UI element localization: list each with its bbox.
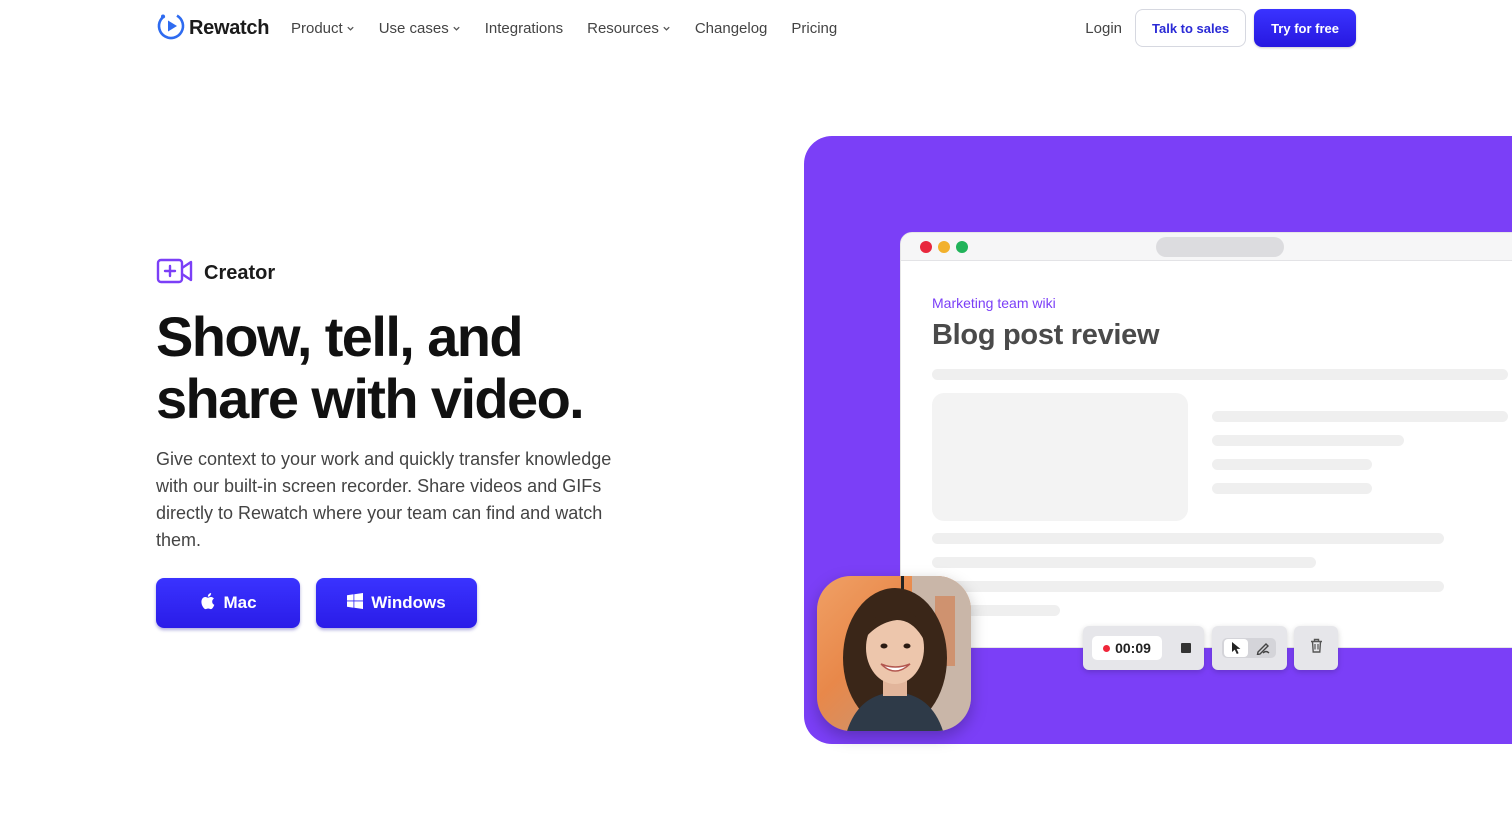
- nav-link-label: Use cases: [378, 19, 449, 37]
- skeleton-line: [932, 369, 1508, 380]
- browser-mockup: Marketing team wiki Blog post review: [900, 232, 1512, 648]
- nav-link-product[interactable]: Product: [291, 20, 355, 37]
- webcam-avatar: [817, 576, 971, 731]
- nav-link-label: Changelog: [694, 19, 768, 37]
- chevron-down-icon: [452, 20, 461, 37]
- skeleton-line: [1212, 435, 1404, 446]
- logo-text: Rewatch: [189, 16, 270, 39]
- trash-icon[interactable]: [1310, 638, 1323, 658]
- skeleton-line: [932, 557, 1316, 568]
- skeleton-image: [932, 393, 1188, 521]
- download-buttons: Mac Windows: [156, 578, 477, 628]
- mac-button-label: Mac: [223, 593, 257, 612]
- try-for-free-button[interactable]: Try for free: [1254, 9, 1356, 47]
- doc-title: Blog post review: [932, 319, 1160, 351]
- delete-recording-group: [1294, 626, 1338, 670]
- nav-link-use-cases[interactable]: Use cases: [379, 20, 461, 37]
- headline-line-1: Show, tell, and: [156, 305, 524, 368]
- draw-icon[interactable]: [1256, 641, 1271, 660]
- annotation-tools: [1212, 626, 1287, 670]
- nav-link-changelog[interactable]: Changelog: [695, 20, 768, 37]
- nav-link-label: Product: [291, 19, 343, 37]
- creator-label: Creator: [204, 262, 276, 284]
- nav-link-label: Integrations: [484, 19, 564, 37]
- stop-icon[interactable]: [1181, 643, 1191, 653]
- minimize-dot-icon: [938, 241, 950, 253]
- skeleton-line: [932, 533, 1444, 544]
- nav-link-pricing[interactable]: Pricing: [791, 20, 837, 37]
- windows-download-button[interactable]: Windows: [316, 578, 477, 628]
- hero-headline: Show, tell, and share with video.: [156, 306, 716, 430]
- skeleton-line: [1212, 459, 1372, 470]
- tool-toggle: [1222, 638, 1276, 658]
- windows-button-label: Windows: [371, 593, 446, 612]
- headline-line-2: share with video.: [156, 367, 585, 430]
- hero-subtext: Give context to your work and quickly tr…: [156, 449, 612, 550]
- nav-link-label: Resources: [587, 19, 659, 37]
- apple-icon: [199, 592, 215, 615]
- mac-download-button[interactable]: Mac: [156, 578, 300, 628]
- skeleton-line: [932, 581, 1444, 592]
- pointer-icon[interactable]: [1231, 641, 1242, 660]
- logo[interactable]: Rewatch: [156, 11, 270, 46]
- rewatch-logo-icon: [156, 11, 186, 46]
- chevron-down-icon: [662, 20, 671, 37]
- nav-link-resources[interactable]: Resources: [587, 20, 671, 37]
- talk-to-sales-button[interactable]: Talk to sales: [1135, 9, 1247, 47]
- recording-timer: 00:09: [1092, 636, 1162, 660]
- close-dot-icon: [920, 241, 932, 253]
- nav-links: Product Use cases Integrations Resources…: [291, 18, 861, 38]
- recording-timer-group: 00:09: [1083, 626, 1204, 670]
- timer-text: 00:09: [1115, 640, 1151, 656]
- top-nav: Rewatch Product Use cases Integrations R…: [0, 0, 1512, 56]
- login-link[interactable]: Login: [1085, 20, 1122, 37]
- skeleton-line: [1212, 411, 1508, 422]
- maximize-dot-icon: [956, 241, 968, 253]
- nav-actions: Login Talk to sales Try for free: [1085, 9, 1356, 47]
- chevron-down-icon: [346, 20, 355, 37]
- video-plus-icon: [156, 257, 194, 290]
- wiki-label: Marketing team wiki: [932, 295, 1056, 311]
- creator-badge: Creator: [156, 257, 275, 290]
- nav-link-integrations[interactable]: Integrations: [485, 20, 563, 37]
- windows-icon: [347, 592, 364, 614]
- nav-link-label: Pricing: [791, 19, 838, 37]
- browser-titlebar: [901, 233, 1512, 261]
- record-dot-icon: [1103, 644, 1111, 652]
- skeleton-line: [1212, 483, 1372, 494]
- url-bar: [1156, 237, 1284, 257]
